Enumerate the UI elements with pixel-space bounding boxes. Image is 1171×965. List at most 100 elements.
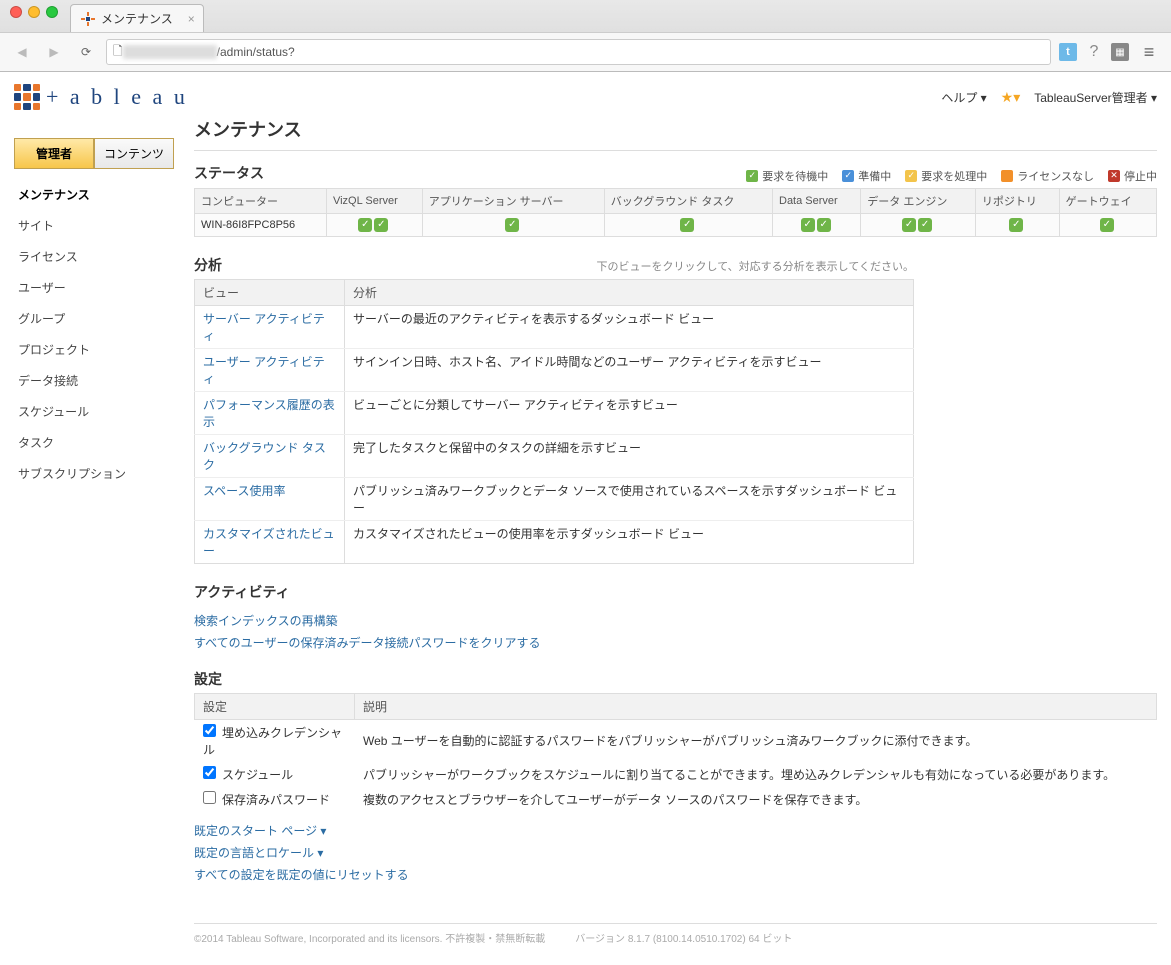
legend-label: 要求を待機中 xyxy=(762,168,828,184)
url-bar[interactable]: 🗋 xxxxxxxxxxxxxxx /admin/status? xyxy=(106,39,1051,65)
legend-square-icon: ✕ xyxy=(1108,170,1120,182)
settings-link[interactable]: すべての設定を既定の値にリセットする xyxy=(194,866,1157,883)
table-row: バックグラウンド タスク完了したタスクと保留中のタスクの詳細を示すビュー xyxy=(195,434,914,477)
table-row: カスタマイズされたビューカスタマイズされたビューの使用率を示すダッシュボード ビ… xyxy=(195,520,914,563)
sidebar-item[interactable]: タスク xyxy=(14,427,174,458)
analysis-desc: 完了したタスクと保留中のタスクの詳細を示すビュー xyxy=(345,434,914,477)
forward-button[interactable]: ▶ xyxy=(42,40,66,64)
table-row: 埋め込みクレデンシャルWeb ユーザーを自動的に認証するパスワードをパブリッシャ… xyxy=(195,719,1157,762)
sidebar: 管理者 コンテンツ メンテナンスサイトライセンスユーザーグループプロジェクトデー… xyxy=(14,138,174,489)
check-icon: ✓ xyxy=(358,218,372,232)
analysis-desc: サインイン日時、ホスト名、アイドル時間などのユーザー アクティビティを示すビュー xyxy=(345,348,914,391)
check-icon: ✓ xyxy=(1009,218,1023,232)
settings-title: 設定 xyxy=(194,669,1157,689)
check-icon: ✓ xyxy=(801,218,815,232)
check-icon: ✓ xyxy=(505,218,519,232)
sidebar-item[interactable]: スケジュール xyxy=(14,396,174,427)
window-zoom[interactable] xyxy=(46,6,58,18)
menu-icon[interactable]: ≡ xyxy=(1137,40,1161,64)
analysis-view-link[interactable]: パフォーマンス履歴の表示 xyxy=(203,398,335,429)
sidebar-item[interactable]: ユーザー xyxy=(14,272,174,303)
activity-title: アクティビティ xyxy=(194,582,1157,602)
window-close[interactable] xyxy=(10,6,22,18)
settings-link[interactable]: 既定のスタート ページ ▾ xyxy=(194,822,1157,839)
browser-tab[interactable]: メンテナンス × xyxy=(70,4,204,32)
analysis-view-link[interactable]: サーバー アクティビティ xyxy=(203,312,325,343)
sidebar-item[interactable]: メンテナンス xyxy=(14,179,174,210)
status-cell: ✓✓ xyxy=(326,213,422,236)
legend-item: ✓要求を待機中 xyxy=(746,168,828,184)
extension-help-icon[interactable]: ? xyxy=(1085,43,1103,61)
check-icon: ✓ xyxy=(817,218,831,232)
legend-item: ライセンスなし xyxy=(1001,168,1094,184)
footer-copyright: ©2014 Tableau Software, Incorporated and… xyxy=(194,930,545,945)
page-icon: 🗋 xyxy=(113,42,123,63)
status-table: コンピューターVizQL Serverアプリケーション サーバーバックグラウンド… xyxy=(194,188,1157,237)
footer: ©2014 Tableau Software, Incorporated and… xyxy=(194,923,1157,945)
analysis-view-link[interactable]: バックグラウンド タスク xyxy=(203,441,326,472)
close-icon[interactable]: × xyxy=(188,12,195,26)
analysis-desc: カスタマイズされたビューの使用率を示すダッシュボード ビュー xyxy=(345,520,914,563)
status-computer-name: WIN-86I8FPC8P56 xyxy=(195,213,327,236)
extension-box-icon[interactable]: ▦ xyxy=(1111,43,1129,61)
setting-desc: 複数のアクセスとブラウザーを介してユーザーがデータ ソースのパスワードを保存でき… xyxy=(355,787,1157,812)
sidebar-item[interactable]: ライセンス xyxy=(14,241,174,272)
tab-admin[interactable]: 管理者 xyxy=(14,138,94,169)
status-cell: ✓ xyxy=(1059,213,1156,236)
settings-col-desc: 説明 xyxy=(355,693,1157,719)
settings-link[interactable]: 既定の言語とロケール ▾ xyxy=(194,844,1157,861)
legend-item: ✓要求を処理中 xyxy=(905,168,987,184)
url-path: /admin/status? xyxy=(217,45,295,59)
footer-version: バージョン 8.1.7 (8100.14.0510.1702) 64 ビット xyxy=(575,930,792,945)
user-menu[interactable]: TableauServer管理者 ▾ xyxy=(1034,89,1157,106)
browser-chrome: メンテナンス × ◀ ▶ ⟳ 🗋 xxxxxxxxxxxxxxx /admin/… xyxy=(0,0,1171,72)
sidebar-item[interactable]: サイト xyxy=(14,210,174,241)
legend-label: 準備中 xyxy=(858,168,891,184)
legend-square-icon: ✓ xyxy=(842,170,854,182)
url-host-blurred: xxxxxxxxxxxxxxx xyxy=(123,45,217,59)
analysis-view-link[interactable]: スペース使用率 xyxy=(203,484,286,498)
table-row: パフォーマンス履歴の表示ビューごとに分類してサーバー アクティビティを示すビュー xyxy=(195,391,914,434)
table-row: スペース使用率 パブリッシュ済みワークブックとデータ ソースで使用されているスペー… xyxy=(195,477,914,520)
check-icon: ✓ xyxy=(902,218,916,232)
sidebar-item[interactable]: グループ xyxy=(14,303,174,334)
analysis-desc: サーバーの最近のアクティビティを表示するダッシュボード ビュー xyxy=(345,305,914,348)
tab-title: メンテナンス xyxy=(101,10,173,27)
extension-t-icon[interactable]: t xyxy=(1059,43,1077,61)
analysis-desc: ビューごとに分類してサーバー アクティビティを示すビュー xyxy=(345,391,914,434)
analysis-view-link[interactable]: ユーザー アクティビティ xyxy=(203,355,325,386)
logo[interactable]: + a b l e a u xyxy=(14,84,188,110)
table-row: スケジュールパブリッシャーがワークブックをスケジュールに割り当てることができます… xyxy=(195,762,1157,787)
legend-square-icon: ✓ xyxy=(905,170,917,182)
settings-col-setting: 設定 xyxy=(195,693,355,719)
settings-table: 設定 説明 埋め込みクレデンシャルWeb ユーザーを自動的に認証するパスワードを… xyxy=(194,693,1157,812)
analysis-view-link[interactable]: カスタマイズされたビュー xyxy=(203,527,335,558)
setting-checkbox[interactable] xyxy=(203,791,216,804)
sidebar-item[interactable]: データ接続 xyxy=(14,365,174,396)
sidebar-item[interactable]: サブスクリプション xyxy=(14,458,174,489)
logo-mark-icon xyxy=(14,84,40,110)
help-menu[interactable]: ヘルプ ▾ xyxy=(941,89,986,106)
reload-button[interactable]: ⟳ xyxy=(74,40,98,64)
check-icon: ✓ xyxy=(918,218,932,232)
legend-label: ライセンスなし xyxy=(1017,168,1094,184)
check-icon: ✓ xyxy=(680,218,694,232)
tab-content[interactable]: コンテンツ xyxy=(94,138,174,169)
setting-checkbox[interactable] xyxy=(203,724,216,737)
analysis-title: 分析 xyxy=(194,255,222,275)
activity-link[interactable]: 検索インデックスの再構築 xyxy=(194,612,1157,629)
status-cell: ✓✓ xyxy=(861,213,976,236)
status-title: ステータス xyxy=(194,163,264,183)
sidebar-item[interactable]: プロジェクト xyxy=(14,334,174,365)
favorites-menu[interactable]: ★▾ xyxy=(1001,89,1021,106)
activity-link[interactable]: すべてのユーザーの保存済みデータ接続パスワードをクリアする xyxy=(194,634,1157,651)
back-button[interactable]: ◀ xyxy=(10,40,34,64)
setting-desc: パブリッシャーがワークブックをスケジュールに割り当てることができます。埋め込みク… xyxy=(355,762,1157,787)
window-minimize[interactable] xyxy=(28,6,40,18)
status-column-header: ゲートウェイ xyxy=(1059,188,1156,213)
status-cell: ✓ xyxy=(975,213,1059,236)
status-column-header: リポジトリ xyxy=(975,188,1059,213)
legend-label: 停止中 xyxy=(1124,168,1157,184)
analysis-desc: パブリッシュ済みワークブックとデータ ソースで使用されているスペースを示すダッシ… xyxy=(345,477,914,520)
table-row: 保存済みパスワード複数のアクセスとブラウザーを介してユーザーがデータ ソースのパ… xyxy=(195,787,1157,812)
